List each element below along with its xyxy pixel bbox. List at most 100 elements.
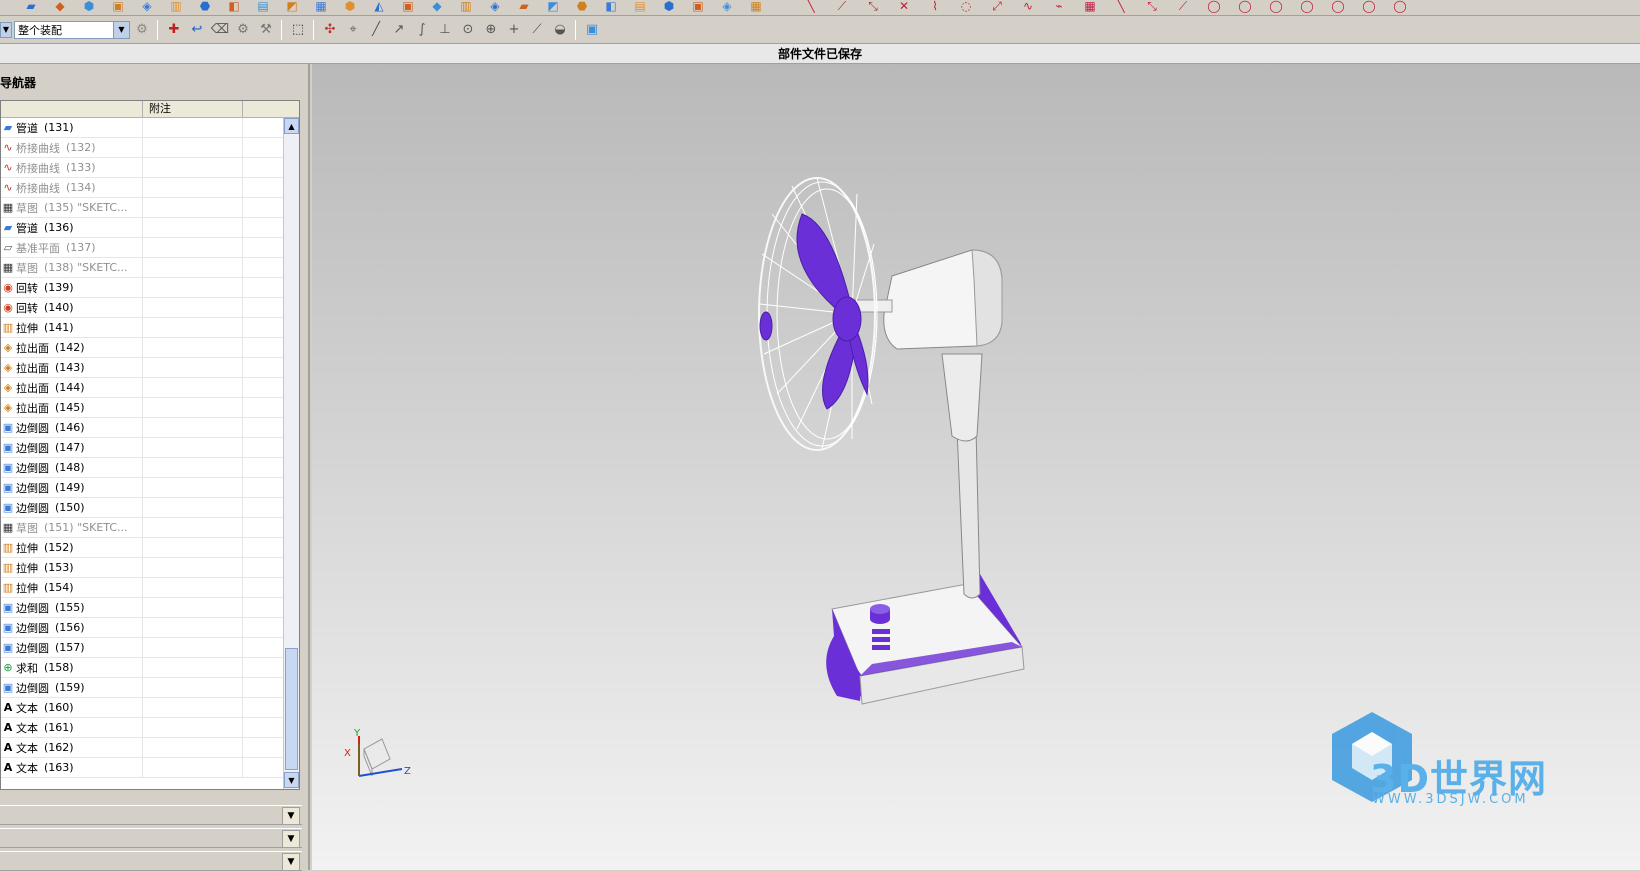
- tree-row[interactable]: ▣ 边倒圆 (150): [1, 497, 283, 518]
- tree-row[interactable]: ▣ 边倒圆 (149): [1, 477, 283, 498]
- tree-row[interactable]: ▥ 拉伸 (141): [1, 317, 283, 338]
- chevron-down-icon[interactable]: ▼: [113, 21, 129, 38]
- toolbar-tool-icon[interactable]: ◧: [223, 0, 245, 14]
- toolbar-tool-icon[interactable]: ▦: [310, 0, 332, 14]
- tree-row[interactable]: ▥ 拉伸 (154): [1, 577, 283, 598]
- toolbar-tool-icon[interactable]: ▰: [513, 0, 535, 14]
- tree-row[interactable]: ◈ 拉出面 (145): [1, 397, 283, 418]
- tree-row[interactable]: ▣ 边倒圆 (156): [1, 617, 283, 638]
- snap-point-icon[interactable]: ✚: [163, 19, 185, 41]
- filter-icon[interactable]: ⚙: [131, 19, 153, 41]
- solid-body-icon[interactable]: ▣: [581, 19, 603, 41]
- curve-tool-icon[interactable]: ◯: [1234, 0, 1256, 14]
- column-header-note[interactable]: 附注: [143, 101, 243, 117]
- tree-row[interactable]: A 文本 (161): [1, 717, 283, 738]
- select-all-icon[interactable]: ✣: [319, 19, 341, 41]
- curve-tool-icon[interactable]: ▦: [1079, 0, 1101, 14]
- toolbar-tool-icon[interactable]: ◆: [426, 0, 448, 14]
- tree-row[interactable]: ∿ 桥接曲线 (132): [1, 137, 283, 158]
- gears-icon[interactable]: ⚙: [232, 19, 254, 41]
- toolbar-tool-icon[interactable]: ◧: [600, 0, 622, 14]
- curve-tool-icon[interactable]: ◯: [1296, 0, 1318, 14]
- curve-tool-icon[interactable]: ⤡: [1141, 0, 1163, 14]
- toolbar-tool-icon[interactable]: ⬢: [78, 0, 100, 14]
- curve-tool-icon[interactable]: ◯: [1203, 0, 1225, 14]
- toolbar-tool-icon[interactable]: ▣: [397, 0, 419, 14]
- curve-tool-icon[interactable]: ◯: [1389, 0, 1411, 14]
- toolbar-tool-icon[interactable]: ▰: [20, 0, 42, 14]
- box-select-icon[interactable]: ⬚: [287, 19, 309, 41]
- curve-tool-icon[interactable]: ⟋: [1172, 0, 1194, 14]
- curve-tool-icon[interactable]: ⟋: [831, 0, 853, 14]
- tree-row[interactable]: ◉ 回转 (139): [1, 277, 283, 298]
- toolbar-tool-icon[interactable]: ⬣: [571, 0, 593, 14]
- tree-row[interactable]: ▱ 基准平面 (137): [1, 237, 283, 258]
- existing-point-icon[interactable]: +: [503, 19, 525, 41]
- toolbar-tool-icon[interactable]: ◭: [368, 0, 390, 14]
- tree-row[interactable]: ▰ 管道 (136): [1, 217, 283, 238]
- circle-center-icon[interactable]: ⊙: [457, 19, 479, 41]
- toolbar-tool-icon[interactable]: ◩: [281, 0, 303, 14]
- surface-point-icon[interactable]: ◒: [549, 19, 571, 41]
- toolbar-tool-icon[interactable]: ▥: [455, 0, 477, 14]
- toolbar-tool-icon[interactable]: ▥: [165, 0, 187, 14]
- toolbar-tool-icon[interactable]: ▣: [687, 0, 709, 14]
- expand-chevron-icon[interactable]: ▼: [282, 853, 300, 871]
- tree-row[interactable]: ⊕ 求和 (158): [1, 657, 283, 678]
- expand-chevron-icon[interactable]: ▼: [282, 830, 300, 848]
- tree-row[interactable]: ▦ 草图 (135) "SKETC...: [1, 197, 283, 218]
- quadrant-icon[interactable]: ⊕: [480, 19, 502, 41]
- toolbar-tool-icon[interactable]: ◩: [542, 0, 564, 14]
- toolbar-tool-icon[interactable]: ▤: [252, 0, 274, 14]
- curve-tool-icon[interactable]: ◌: [955, 0, 977, 14]
- toolbar-tool-icon[interactable]: ⬢: [658, 0, 680, 14]
- tree-row[interactable]: A 文本 (162): [1, 737, 283, 758]
- end-point-icon[interactable]: ↗: [388, 19, 410, 41]
- curve-tool-icon[interactable]: ⤡: [862, 0, 884, 14]
- curve-tool-icon[interactable]: ◯: [1265, 0, 1287, 14]
- curve-tool-icon[interactable]: ◯: [1327, 0, 1349, 14]
- toolbar-tool-icon[interactable]: ◈: [716, 0, 738, 14]
- tree-row[interactable]: ◈ 拉出面 (143): [1, 357, 283, 378]
- toolbar-tool-icon[interactable]: ◈: [484, 0, 506, 14]
- tree-row[interactable]: ◉ 回转 (140): [1, 297, 283, 318]
- curve-tool-icon[interactable]: ⌇: [924, 0, 946, 14]
- intersection-icon[interactable]: ⊥: [434, 19, 456, 41]
- scroll-down-button[interactable]: ▼: [284, 772, 299, 788]
- toolbar-tool-icon[interactable]: ⬢: [339, 0, 361, 14]
- toolbar-tool-icon[interactable]: ◆: [49, 0, 71, 14]
- tree-row[interactable]: ▣ 边倒圆 (148): [1, 457, 283, 478]
- toolbar-tool-icon[interactable]: ◈: [136, 0, 158, 14]
- curve-icon[interactable]: ∫: [411, 19, 433, 41]
- scroll-up-button[interactable]: ▲: [284, 118, 299, 134]
- curve-tool-icon[interactable]: ∿: [1017, 0, 1039, 14]
- toolbar-tool-icon[interactable]: ▣: [107, 0, 129, 14]
- tree-row[interactable]: ▥ 拉伸 (152): [1, 537, 283, 558]
- curve-tool-icon[interactable]: ⌁: [1048, 0, 1070, 14]
- tree-row[interactable]: ◈ 拉出面 (144): [1, 377, 283, 398]
- tree-row[interactable]: ▦ 草图 (138) "SKETC...: [1, 257, 283, 278]
- tree-row[interactable]: A 文本 (163): [1, 757, 283, 778]
- toolbar-dropdown-arrow[interactable]: ▼: [0, 21, 12, 38]
- curve-tool-icon[interactable]: ⤢: [986, 0, 1008, 14]
- tree-row[interactable]: ▣ 边倒圆 (147): [1, 437, 283, 458]
- curve-tool-icon[interactable]: ╲: [800, 0, 822, 14]
- tree-row[interactable]: ∿ 桥接曲线 (133): [1, 157, 283, 178]
- curve-tool-icon[interactable]: ◯: [1358, 0, 1380, 14]
- eraser-icon[interactable]: ⌫: [209, 19, 231, 41]
- tree-row[interactable]: ▥ 拉伸 (153): [1, 557, 283, 578]
- curve-tool-icon[interactable]: ╲: [1110, 0, 1132, 14]
- tree-vertical-scrollbar[interactable]: ▲ ▼: [283, 118, 299, 789]
- undo-arrow-icon[interactable]: ↩: [186, 19, 208, 41]
- column-header-name[interactable]: [1, 101, 143, 117]
- tree-row[interactable]: ▰ 管道 (131): [1, 117, 283, 138]
- assembly-scope-select[interactable]: 整个装配 ▼: [14, 20, 130, 39]
- expand-chevron-icon[interactable]: ▼: [282, 807, 300, 825]
- graphics-viewport[interactable]: Y Z X 3D世界网 WWW.3DSJW.COM: [312, 64, 1640, 870]
- tree-row[interactable]: ▣ 边倒圆 (155): [1, 597, 283, 618]
- point-on-face-icon[interactable]: ⌖: [342, 19, 364, 41]
- tools-icon[interactable]: ⚒: [255, 19, 277, 41]
- toolbar-tool-icon[interactable]: ▤: [629, 0, 651, 14]
- toolbar-tool-icon[interactable]: ⬣: [194, 0, 216, 14]
- tree-row[interactable]: ∿ 桥接曲线 (134): [1, 177, 283, 198]
